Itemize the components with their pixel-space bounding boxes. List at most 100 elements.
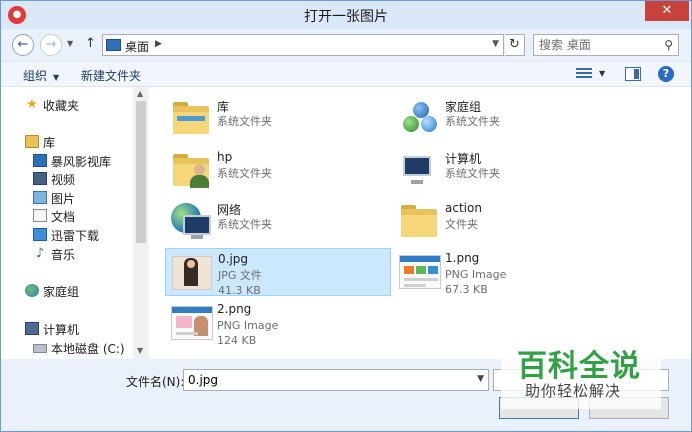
nav-item-label: 视频 (51, 173, 76, 187)
item-type: 系统文件夹 (217, 167, 272, 180)
help-icon[interactable]: ? (658, 66, 674, 82)
item-details: PNG Image 67.3 KB (445, 267, 506, 297)
item-type: JPG 文件 (218, 269, 262, 282)
scroll-up-icon[interactable]: ▲ (137, 89, 143, 98)
item-type: PNG Image (445, 268, 507, 281)
close-button[interactable]: ✕ (645, 1, 689, 21)
filename-combobox[interactable]: ▼ (183, 369, 489, 391)
library-icon (25, 135, 39, 148)
organize-label: 组织 (23, 69, 48, 83)
document-icon (33, 209, 47, 222)
homegroup-icon (397, 98, 441, 138)
item-type: 系统文件夹 (217, 115, 272, 128)
refresh-button[interactable]: ↻ (505, 34, 525, 56)
filename-dropdown-icon[interactable]: ▼ (477, 374, 484, 384)
item-details: JPG 文件 41.3 KB (218, 268, 262, 298)
item-name: 1.png (445, 251, 480, 265)
address-dropdown-icon[interactable]: ▼ (492, 39, 499, 49)
item-size: 41.3 KB (218, 284, 261, 297)
forward-arrow-icon: → (45, 37, 57, 52)
address-row: ← → ▼ ↑ 桌面 ▶ ▼ ↻ ⚲ (1, 29, 691, 61)
refresh-icon: ↻ (509, 37, 520, 52)
computer-icon (25, 322, 39, 335)
download-icon (33, 228, 47, 241)
search-input[interactable] (534, 35, 654, 55)
back-arrow-icon: ← (17, 37, 29, 52)
image-thumbnail-icon (170, 252, 214, 292)
scrollbar-thumb[interactable] (136, 101, 146, 243)
file-item-libraries[interactable]: 库 系统文件夹 (165, 95, 389, 141)
library-folder-icon (169, 98, 213, 138)
file-item-1-png[interactable]: 1.png PNG Image 67.3 KB (393, 248, 617, 297)
main-area: ★ 收藏夹 库 暴风影视库 视频 图片 文档 迅雷下载 ♪ 音乐 家庭组 计算机… (1, 87, 691, 359)
file-item-action[interactable]: action 文件夹 (393, 198, 617, 244)
item-type: 系统文件夹 (217, 218, 272, 231)
preview-pane-icon[interactable] (625, 67, 641, 81)
item-details: PNG Image 124 KB (217, 318, 278, 348)
item-type: 文件夹 (445, 218, 478, 231)
file-item-network[interactable]: 网络 系统文件夹 (165, 198, 389, 244)
title-bar: ● 打开一张图片 ✕ (1, 1, 691, 29)
address-bar[interactable]: 桌面 ▶ ▼ (102, 34, 504, 56)
disk-drive-icon (33, 344, 47, 353)
computer-icon (397, 150, 441, 190)
item-name: 0.jpg (218, 252, 249, 266)
navigation-scrollbar[interactable]: ▲ ▼ (133, 87, 149, 359)
pictures-icon (33, 191, 47, 204)
item-type: PNG Image (217, 319, 279, 332)
item-type: 系统文件夹 (445, 167, 500, 180)
filename-input[interactable] (184, 370, 464, 390)
folder-icon (397, 201, 441, 241)
item-name: 2.png (217, 302, 252, 316)
file-item-hp[interactable]: hp 系统文件夹 (165, 147, 389, 193)
address-current[interactable]: 桌面 (125, 38, 149, 55)
close-icon: ✕ (661, 3, 673, 18)
nav-item-label: 迅雷下载 (51, 229, 100, 243)
item-name: 库 (217, 100, 230, 114)
video-icon (33, 172, 47, 185)
item-name: 计算机 (445, 152, 482, 166)
file-item-homegroup[interactable]: 家庭组 系统文件夹 (393, 95, 617, 141)
forward-button[interactable]: → (40, 34, 62, 56)
file-item-0-jpg[interactable]: 0.jpg JPG 文件 41.3 KB (165, 248, 391, 298)
new-folder-button[interactable]: 新建文件夹 (81, 67, 141, 84)
search-box[interactable]: ⚲ (533, 34, 679, 56)
file-list: 库 系统文件夹 家庭组 系统文件夹 hp 系统文件夹 计算机 系统文件夹 网络 … (149, 87, 691, 359)
organize-button[interactable]: 组织 ▼ (23, 67, 59, 84)
item-name: 网络 (217, 203, 242, 217)
watermark-subtitle: 助你轻松解决 (525, 382, 622, 400)
nav-item-label: 家庭组 (43, 285, 80, 299)
nav-item-label: 暴风影视库 (51, 155, 112, 169)
view-options-caret-icon[interactable]: ▼ (599, 69, 605, 78)
nav-item-label: 音乐 (51, 248, 76, 262)
back-button[interactable]: ← (12, 34, 34, 56)
nav-item-label: 图片 (51, 192, 76, 206)
item-name: hp (217, 150, 233, 164)
watermark-logo: 百科全说 助你轻松解决 (501, 337, 661, 409)
desktop-folder-icon (106, 39, 121, 51)
nav-item-label: 计算机 (43, 323, 80, 337)
file-item-2-png[interactable]: 2.png PNG Image 124 KB (165, 299, 389, 348)
watermark-title: 百科全说 (517, 349, 641, 384)
network-icon (169, 201, 213, 241)
music-note-icon: ♪ (35, 246, 45, 261)
media-library-icon (33, 154, 47, 167)
search-icon[interactable]: ⚲ (664, 38, 673, 52)
file-item-computer[interactable]: 计算机 系统文件夹 (393, 147, 617, 193)
item-type: 系统文件夹 (445, 115, 500, 128)
nav-item-label: 库 (43, 136, 56, 150)
image-thumbnail-icon (169, 302, 213, 342)
scroll-down-icon[interactable]: ▼ (137, 346, 143, 355)
item-name: 家庭组 (445, 100, 482, 114)
breadcrumb-chevron-icon[interactable]: ▶ (155, 39, 162, 49)
dialog-title: 打开一张图片 (304, 9, 388, 25)
nav-item-label: 收藏夹 (43, 99, 80, 113)
nav-item-label: 文档 (51, 210, 76, 224)
recent-locations-icon[interactable]: ▼ (67, 39, 73, 48)
up-folder-icon[interactable]: ↑ (85, 36, 96, 51)
star-icon: ★ (26, 97, 38, 112)
organize-caret-icon: ▼ (53, 73, 60, 82)
item-size: 67.3 KB (445, 283, 488, 296)
change-view-icon[interactable] (576, 68, 592, 80)
item-size: 124 KB (217, 334, 257, 347)
